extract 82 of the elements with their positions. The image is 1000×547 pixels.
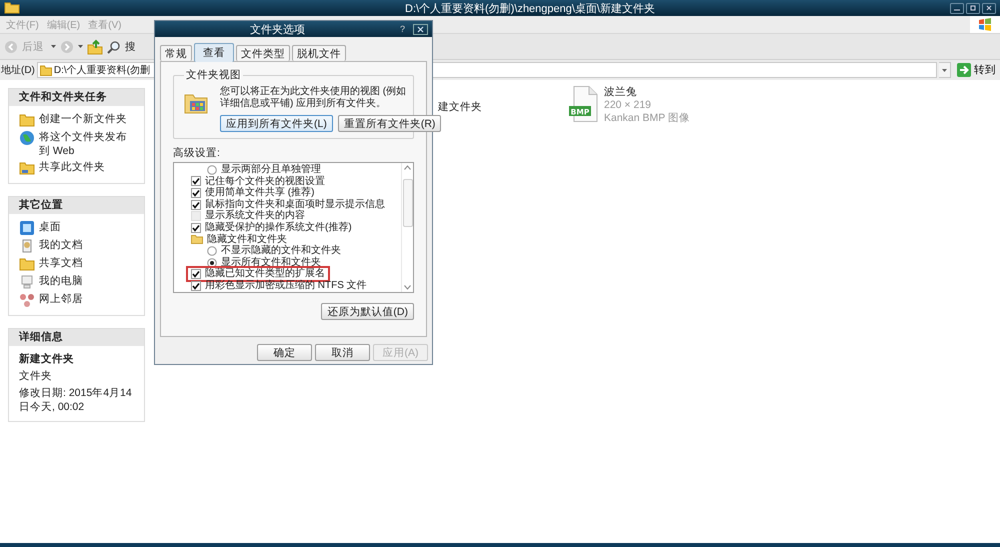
task-link[interactable]: 我的文档 xyxy=(39,238,83,252)
folder-up-icon[interactable] xyxy=(87,38,103,54)
folder-view-button[interactable]: 重置所有文件夹(R) xyxy=(338,115,442,132)
task-link[interactable]: 桌面 xyxy=(39,220,61,234)
address-label: 地址(D) xyxy=(1,64,35,77)
shared-folder-icon xyxy=(19,160,35,176)
dialog-button[interactable]: 取消 xyxy=(315,344,370,361)
folder-icon xyxy=(40,64,52,76)
tab[interactable]: 常规 xyxy=(160,45,192,61)
folder-icon xyxy=(19,256,35,272)
setting-label: 显示两部分且单独管理 xyxy=(221,164,321,176)
setting-label: 鼠标指向文件夹和桌面项时显示提示信息 xyxy=(205,198,385,210)
caret-icon xyxy=(942,68,947,72)
panel-header[interactable]: 文件和文件夹任务 xyxy=(9,89,144,106)
setting-label: 记住每个文件夹的视图设置 xyxy=(205,176,325,187)
dialog-title: 文件夹选项 xyxy=(248,22,306,36)
scroll-thumb[interactable] xyxy=(402,178,412,226)
restore-defaults-button[interactable]: 还原为默认值(D) xyxy=(321,303,414,320)
radio-button[interactable] xyxy=(207,246,217,256)
scrollbar[interactable] xyxy=(401,163,413,292)
minimize-icon[interactable] xyxy=(950,2,964,14)
close-icon[interactable] xyxy=(413,24,428,34)
modified-date: 修改日期: 2015年4月14日今天, 00:02 xyxy=(19,386,133,414)
checkbox[interactable] xyxy=(191,280,201,291)
address-text: D:\个人重要资料(勿删 xyxy=(54,64,150,77)
task-link[interactable]: 创建一个新文件夹 xyxy=(39,112,127,126)
file-name[interactable]: 波兰兔 xyxy=(604,86,690,98)
desktop-icon xyxy=(19,220,35,236)
file-name[interactable]: 建文件夹 xyxy=(438,101,482,113)
setting-label: 隐藏已知文件类型的扩展名 xyxy=(205,268,325,280)
setting-label: 隐藏文件和文件夹 xyxy=(207,234,287,245)
caret-icon[interactable] xyxy=(51,45,56,48)
help-button[interactable]: ? xyxy=(400,24,405,34)
maximize-icon[interactable] xyxy=(966,2,980,14)
folder-view-icon xyxy=(184,92,208,114)
folder-icon xyxy=(19,112,35,128)
windows-flag-icon xyxy=(978,18,992,32)
file-type: Kankan BMP 图像 xyxy=(604,112,690,124)
task-link[interactable]: 将这个文件夹发布到 Web xyxy=(39,130,136,158)
dialog-button[interactable]: 确定 xyxy=(257,344,312,361)
go-arrow-icon xyxy=(957,63,971,77)
tab[interactable]: 文件类型 xyxy=(236,45,290,61)
group-description: 您可以将正在为此文件夹使用的视图 (例如详细信息或平铺) 应用到所有文件夹。 xyxy=(220,86,407,110)
caret-icon[interactable] xyxy=(78,45,83,48)
setting-label: 显示系统文件夹的内容 xyxy=(205,210,305,222)
setting-label: 用彩色显示加密或压缩的 NTFS 文件 xyxy=(205,280,367,292)
checkbox[interactable] xyxy=(191,222,201,233)
search-icon[interactable] xyxy=(107,40,121,54)
setting-label: 显示所有文件和文件夹 xyxy=(221,256,321,268)
computer-icon xyxy=(19,274,35,290)
checkbox[interactable] xyxy=(191,188,201,198)
panel-header[interactable]: 详细信息 xyxy=(9,329,144,346)
network-icon xyxy=(19,292,35,308)
setting-label: 隐藏受保护的操作系统文件(推荐) xyxy=(205,222,352,234)
radio-button[interactable] xyxy=(207,164,217,175)
image-dimensions: 220 × 219 xyxy=(604,99,652,111)
folder-icon xyxy=(191,234,203,244)
setting-label: 不显示隐藏的文件和文件夹 xyxy=(221,245,341,256)
folder-icon xyxy=(4,2,20,14)
task-link[interactable]: 共享此文件夹 xyxy=(39,160,105,174)
close-icon[interactable] xyxy=(982,2,996,14)
setting-label: 使用简单文件共享 (推荐) xyxy=(205,187,314,198)
dropdown-button[interactable] xyxy=(939,62,951,78)
scroll-up-icon[interactable] xyxy=(404,165,411,170)
item-type: 文件夹 xyxy=(19,369,53,383)
search-button[interactable]: 搜 xyxy=(125,40,136,54)
go-button[interactable]: 转到 xyxy=(953,61,1000,79)
checkbox[interactable] xyxy=(191,176,201,186)
tab[interactable]: 脱机文件 xyxy=(292,45,346,61)
task-link[interactable]: 我的电脑 xyxy=(39,274,83,288)
panel-header[interactable]: 其它位置 xyxy=(9,197,144,214)
task-link[interactable]: 共享文档 xyxy=(39,256,83,270)
folder-view-button[interactable]: 应用到所有文件夹(L) xyxy=(220,115,333,132)
tab[interactable]: 查看 xyxy=(194,43,234,62)
checkbox[interactable] xyxy=(191,200,201,210)
checkbox[interactable] xyxy=(191,269,201,280)
task-link[interactable]: 网上邻居 xyxy=(39,292,83,306)
item-name: 新建文件夹 xyxy=(19,352,75,366)
window-title: D:\个人重要资料(勿删)\zhengpeng\桌面\新建文件夹 xyxy=(404,2,656,16)
globe-icon xyxy=(19,130,35,146)
advanced-settings-label: 高级设置: xyxy=(173,146,221,160)
scroll-down-icon[interactable] xyxy=(404,285,411,290)
